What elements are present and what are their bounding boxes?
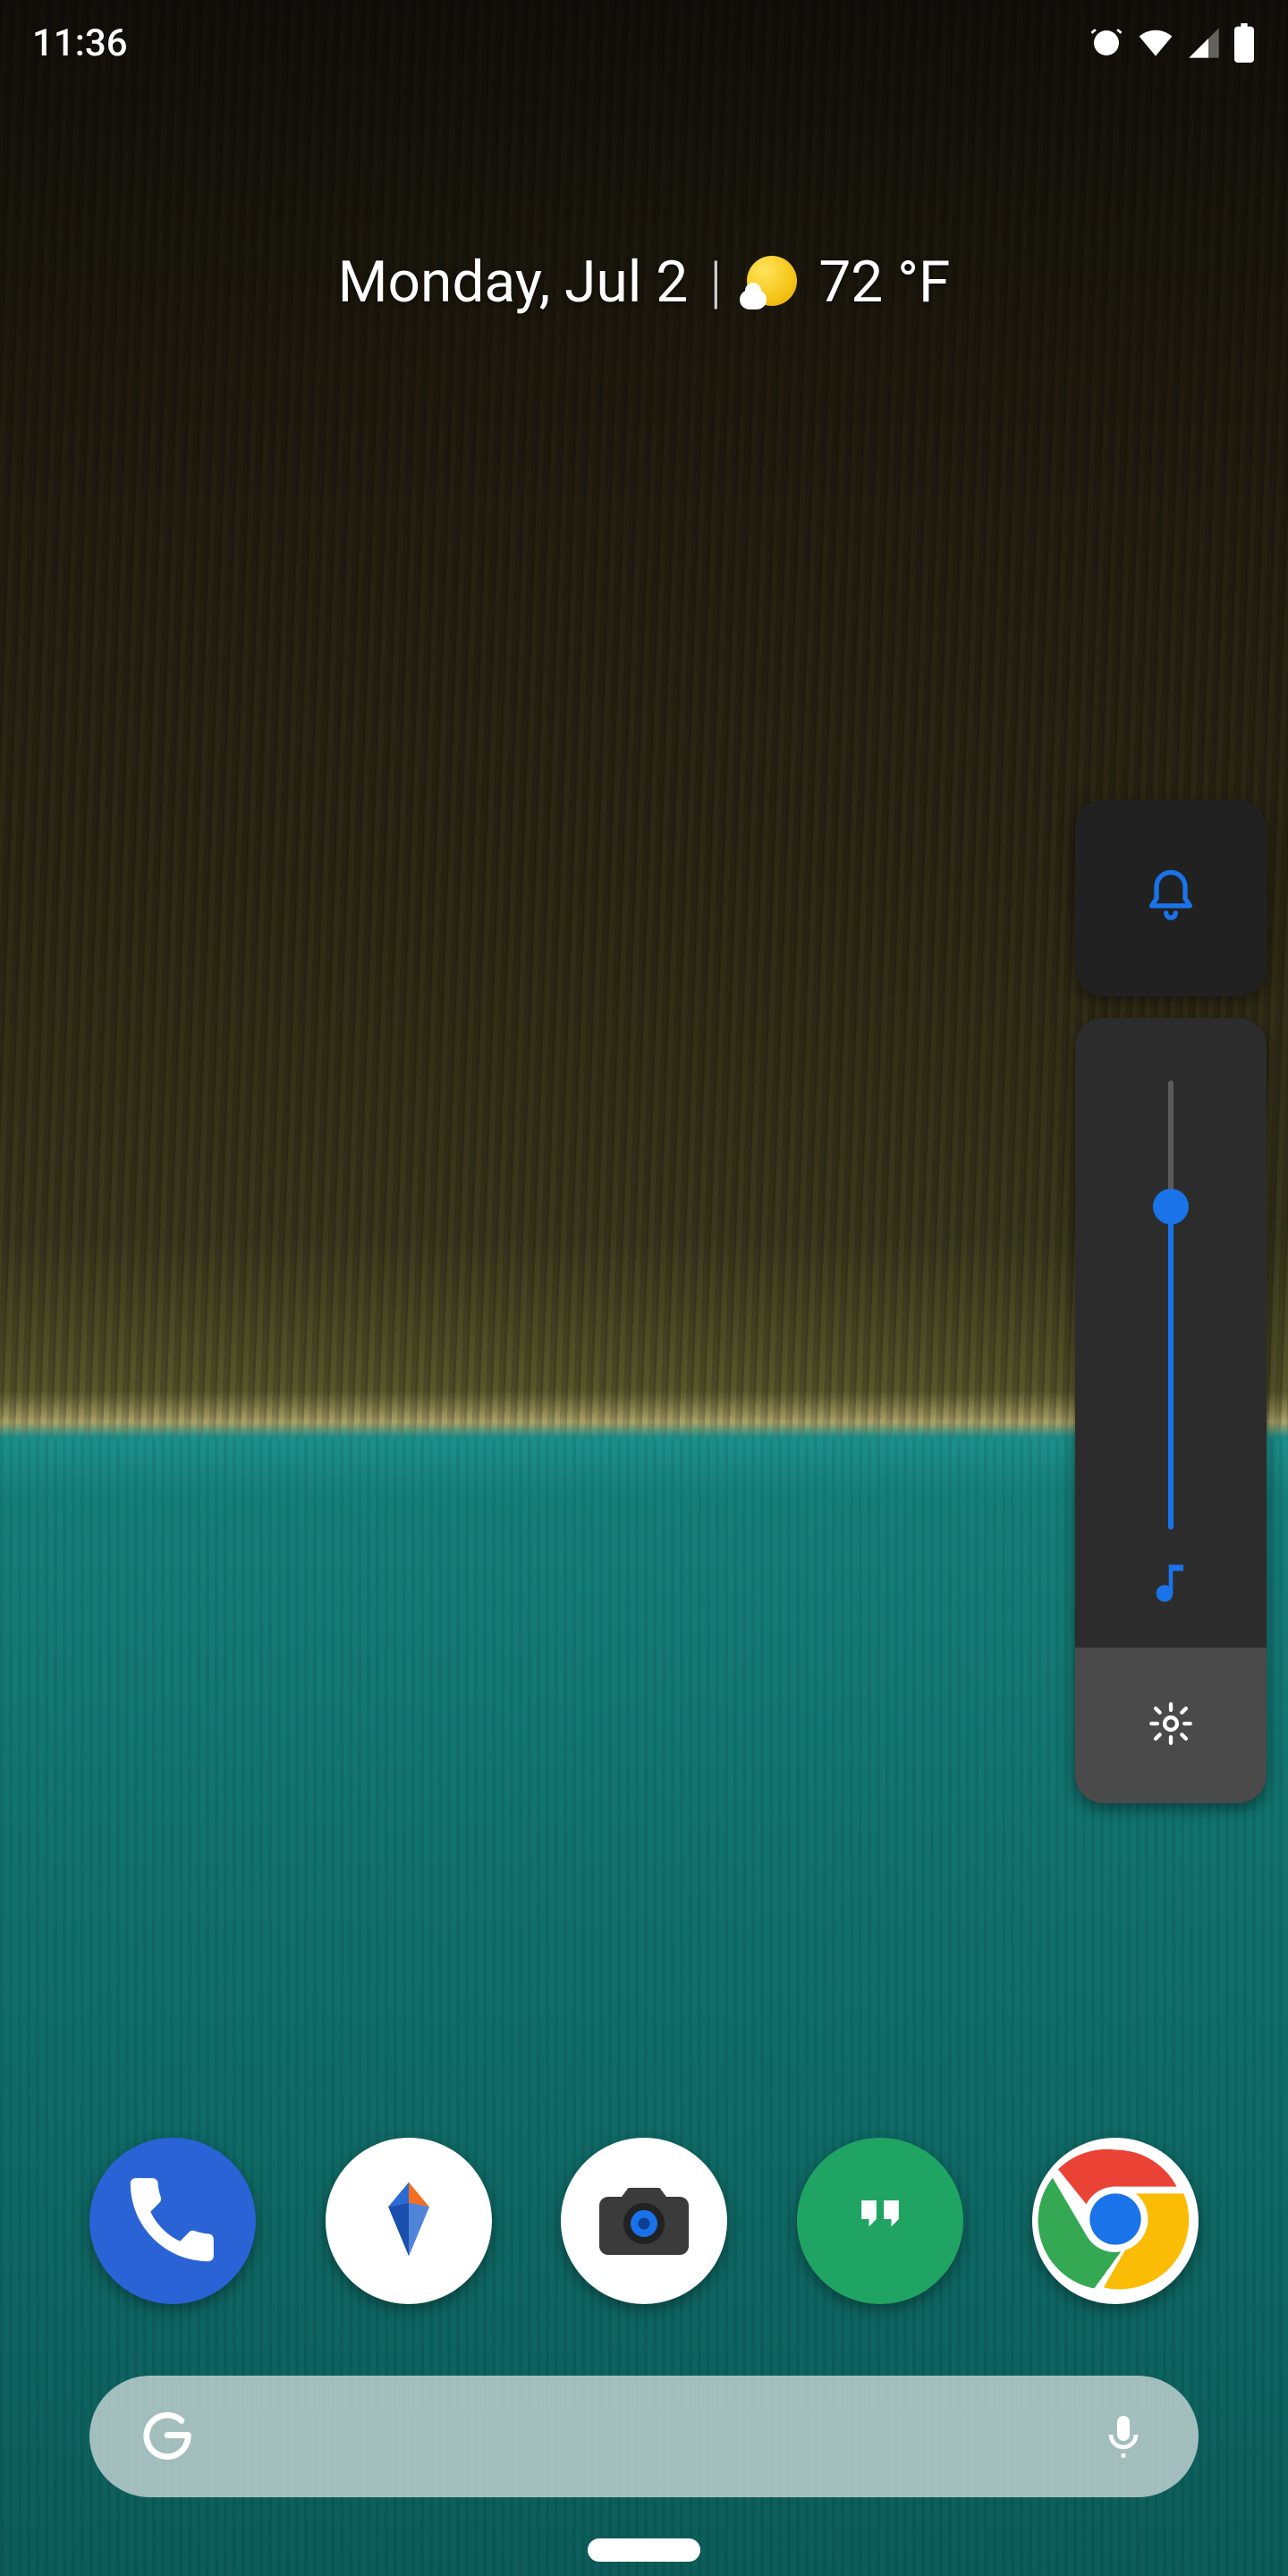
hangouts-icon xyxy=(835,2174,925,2267)
volume-settings-button[interactable] xyxy=(1075,1648,1267,1803)
diamond-icon xyxy=(360,2170,458,2272)
volume-slider[interactable] xyxy=(1075,1018,1267,1648)
dock xyxy=(0,2138,1288,2304)
status-bar[interactable]: 11:36 xyxy=(0,0,1288,86)
microphone-icon[interactable] xyxy=(1098,2410,1148,2463)
app-hangouts[interactable] xyxy=(797,2138,963,2304)
google-g-icon xyxy=(140,2407,195,2466)
glance-temperature: 72 °F xyxy=(818,249,950,316)
wifi-icon xyxy=(1136,23,1175,63)
music-note-icon xyxy=(1146,1530,1196,1648)
cell-signal-icon xyxy=(1186,25,1222,61)
glance-divider: | xyxy=(709,249,722,316)
app-wallet[interactable] xyxy=(326,2138,492,2304)
bell-icon xyxy=(1142,868,1199,928)
glance-date: Monday, Jul 2 xyxy=(338,249,689,316)
google-search-bar[interactable] xyxy=(89,2376,1199,2497)
alarm-icon xyxy=(1088,24,1125,62)
app-camera[interactable] xyxy=(561,2138,727,2304)
status-clock: 11:36 xyxy=(32,21,128,65)
volume-panel xyxy=(1075,800,1267,1803)
partly-sunny-icon xyxy=(743,256,797,309)
gear-icon xyxy=(1148,1700,1194,1750)
battery-icon xyxy=(1233,23,1256,63)
app-chrome[interactable] xyxy=(1032,2138,1199,2304)
volume-slider-panel xyxy=(1075,1018,1267,1803)
camera-icon xyxy=(590,2165,698,2276)
ringer-mode-button[interactable] xyxy=(1075,800,1267,996)
volume-slider-thumb[interactable] xyxy=(1153,1189,1189,1224)
at-a-glance-widget[interactable]: Monday, Jul 2 | 72 °F xyxy=(0,249,1288,316)
app-phone[interactable] xyxy=(89,2138,256,2304)
phone-icon xyxy=(123,2170,222,2272)
gesture-nav-pill[interactable] xyxy=(588,2538,700,2562)
chrome-icon xyxy=(1032,2136,1199,2306)
